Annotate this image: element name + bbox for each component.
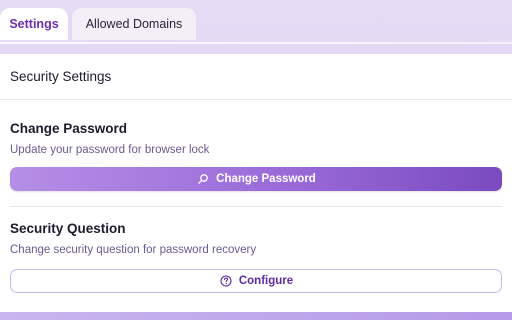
tab-allowed-domains-label: Allowed Domains [85, 17, 183, 31]
tab-bar: Settings Allowed Domains [0, 8, 196, 42]
security-settings-panel: Security Settings Change Password Update… [0, 54, 512, 312]
tab-underline [0, 42, 512, 44]
security-question-section: Security Question Change security questi… [10, 221, 502, 293]
tab-allowed-domains[interactable]: Allowed Domains [72, 8, 196, 40]
change-password-button-label: Change Password [216, 173, 316, 185]
help-circle-icon [219, 274, 233, 288]
panel-header: Security Settings [0, 54, 512, 100]
security-question-description: Change security question for password re… [10, 244, 257, 256]
panel-title: Security Settings [10, 69, 112, 84]
change-password-button[interactable]: Change Password [10, 167, 502, 191]
change-password-title: Change Password [10, 121, 128, 136]
configure-button-label: Configure [238, 275, 294, 287]
tab-settings[interactable]: Settings [0, 8, 68, 40]
security-question-title: Security Question [10, 221, 126, 236]
change-password-description: Update your password for browser lock [10, 144, 210, 156]
bottom-accent-bar [0, 312, 512, 320]
section-divider [10, 206, 502, 207]
change-password-section: Change Password Update your password for… [10, 121, 502, 191]
configure-button[interactable]: Configure [10, 269, 502, 293]
search-icon [196, 172, 210, 186]
tab-settings-label: Settings [9, 17, 59, 31]
